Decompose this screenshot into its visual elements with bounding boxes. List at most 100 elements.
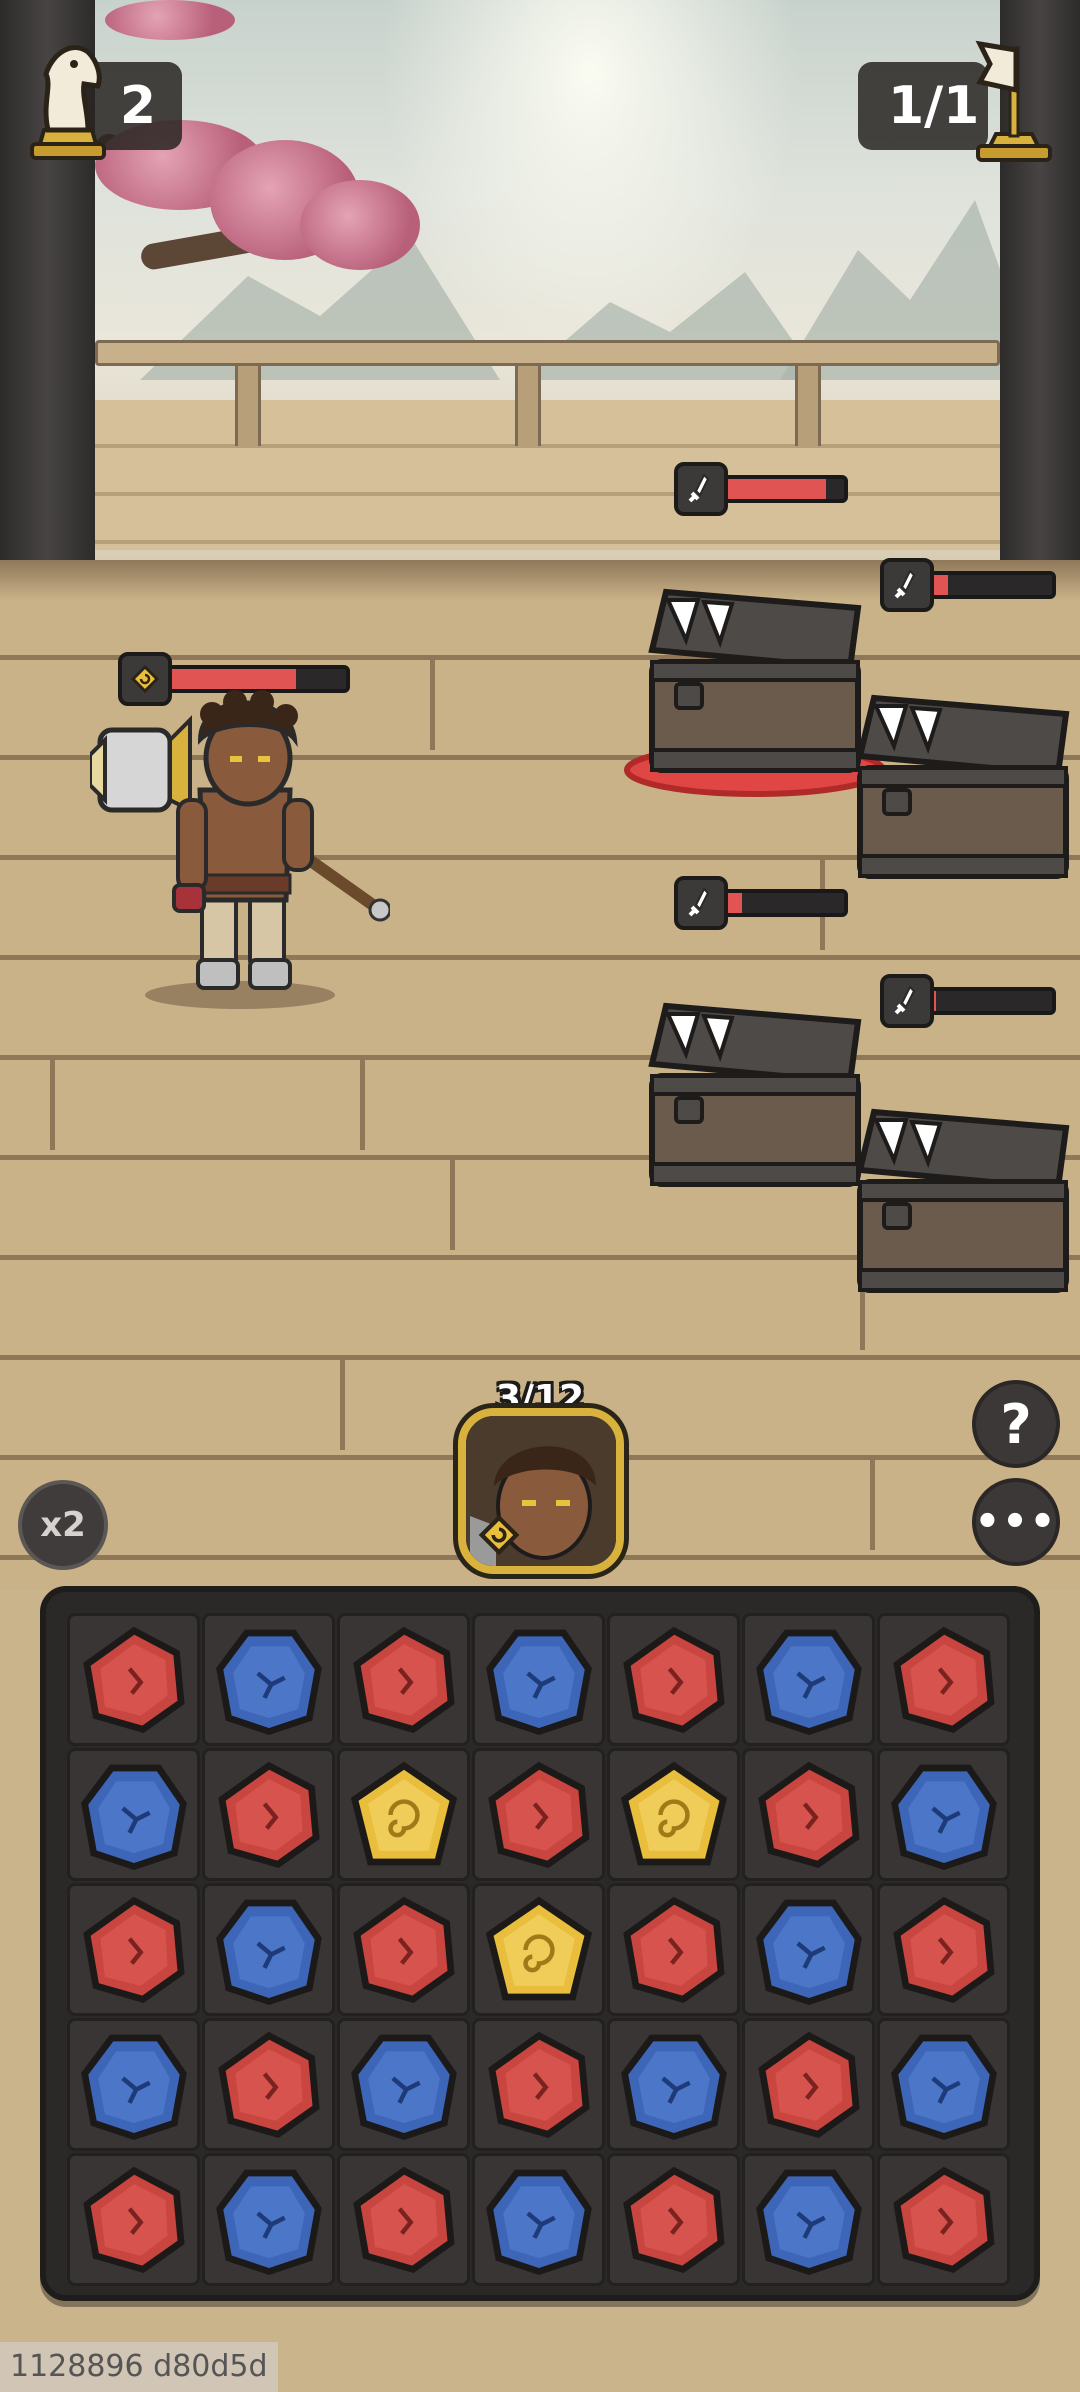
board-cell[interactable] xyxy=(67,1748,200,1881)
red-gem-icon[interactable] xyxy=(618,1894,730,2006)
board-cell[interactable] xyxy=(202,1613,335,1746)
help-button[interactable]: ? xyxy=(972,1380,1060,1468)
match-board[interactable] xyxy=(66,1612,1014,2292)
blue-gem-icon[interactable] xyxy=(888,1759,1000,1871)
red-gem-icon[interactable] xyxy=(78,1624,190,1736)
floor-seam xyxy=(360,1055,365,1150)
blue-gem-icon[interactable] xyxy=(753,2164,865,2276)
board-cell[interactable] xyxy=(742,1748,875,1881)
speed-toggle-button[interactable]: x2 xyxy=(18,1480,108,1570)
board-cell[interactable] xyxy=(337,1883,470,2016)
board-cell[interactable] xyxy=(67,2153,200,2286)
board-cell[interactable] xyxy=(742,1883,875,2016)
board-cell[interactable] xyxy=(607,2018,740,2151)
board-cell[interactable] xyxy=(877,1613,1010,1746)
blue-gem-icon[interactable] xyxy=(213,1894,325,2006)
red-gem-icon[interactable] xyxy=(348,2164,460,2276)
chest-mimic-enemy[interactable] xyxy=(646,580,866,780)
board-cell[interactable] xyxy=(877,1748,1010,1881)
red-gem-icon[interactable] xyxy=(618,1624,730,1736)
board-cell[interactable] xyxy=(607,2153,740,2286)
red-gem-icon[interactable] xyxy=(483,2029,595,2141)
rail-post xyxy=(235,366,261,446)
board-cell[interactable] xyxy=(607,1613,740,1746)
board-cell[interactable] xyxy=(472,2153,605,2286)
blue-gem-icon[interactable] xyxy=(618,2029,730,2141)
yellow-gem-icon[interactable] xyxy=(618,1759,730,1871)
sword-icon xyxy=(674,876,728,930)
board-cell[interactable] xyxy=(877,2153,1010,2286)
board-cell[interactable] xyxy=(877,1883,1010,2016)
red-gem-icon[interactable] xyxy=(348,1624,460,1736)
board-cell[interactable] xyxy=(337,2153,470,2286)
blue-gem-icon[interactable] xyxy=(753,1894,865,2006)
railing xyxy=(95,340,1000,470)
board-cell[interactable] xyxy=(472,1613,605,1746)
red-gem-icon[interactable] xyxy=(753,1759,865,1871)
board-cell[interactable] xyxy=(742,2153,875,2286)
board-cell[interactable] xyxy=(67,1613,200,1746)
board-cell[interactable] xyxy=(67,2018,200,2151)
board-cell[interactable] xyxy=(607,1748,740,1881)
chest-mimic-enemy[interactable] xyxy=(854,1100,1074,1300)
red-gem-icon[interactable] xyxy=(753,2029,865,2141)
board-cell[interactable] xyxy=(472,1748,605,1881)
yellow-gem-icon[interactable] xyxy=(483,1894,595,2006)
spiral-element-icon xyxy=(478,1514,520,1556)
red-gem-icon[interactable] xyxy=(888,1894,1000,2006)
enemy-health-bar xyxy=(880,558,1056,612)
board-cell[interactable] xyxy=(67,1883,200,2016)
spiral-element-icon xyxy=(118,652,172,706)
more-options-button[interactable]: ••• xyxy=(972,1478,1060,1566)
board-cell[interactable] xyxy=(202,2018,335,2151)
red-gem-icon[interactable] xyxy=(78,2164,190,2276)
blue-gem-icon[interactable] xyxy=(213,2164,325,2276)
enemy-health-bar xyxy=(674,462,848,516)
blue-gem-icon[interactable] xyxy=(483,1624,595,1736)
chest-mimic-enemy[interactable] xyxy=(646,994,866,1194)
blue-gem-icon[interactable] xyxy=(213,1624,325,1736)
flag-icon xyxy=(975,40,1052,162)
red-gem-icon[interactable] xyxy=(78,1894,190,2006)
red-gem-icon[interactable] xyxy=(213,1759,325,1871)
red-gem-icon[interactable] xyxy=(618,2164,730,2276)
blue-gem-icon[interactable] xyxy=(78,1759,190,1871)
enemy-hp-fill xyxy=(724,479,826,499)
floor-seam xyxy=(50,1055,55,1150)
red-gem-icon[interactable] xyxy=(483,1759,595,1871)
enemy-hp-track xyxy=(926,987,1056,1015)
hero-skill-portrait[interactable] xyxy=(458,1408,624,1574)
blue-gem-icon[interactable] xyxy=(888,2029,1000,2141)
board-cell[interactable] xyxy=(877,2018,1010,2151)
sword-icon xyxy=(674,462,728,516)
board-cell[interactable] xyxy=(202,1883,335,2016)
rail-post xyxy=(515,366,541,446)
board-cell[interactable] xyxy=(337,2018,470,2151)
hero-character[interactable] xyxy=(90,660,390,1010)
red-gem-icon[interactable] xyxy=(348,1894,460,2006)
board-cell[interactable] xyxy=(742,1613,875,1746)
board-cell[interactable] xyxy=(742,2018,875,2151)
blue-gem-icon[interactable] xyxy=(348,2029,460,2141)
blue-gem-icon[interactable] xyxy=(753,1624,865,1736)
cherry-blossom xyxy=(105,0,235,40)
board-cell[interactable] xyxy=(202,1748,335,1881)
board-cell[interactable] xyxy=(202,2153,335,2286)
blue-gem-icon[interactable] xyxy=(483,2164,595,2276)
board-cell[interactable] xyxy=(472,2018,605,2151)
board-cell[interactable] xyxy=(337,1613,470,1746)
board-cell[interactable] xyxy=(607,1883,740,2016)
red-gem-icon[interactable] xyxy=(213,2029,325,2141)
yellow-gem-icon[interactable] xyxy=(348,1759,460,1871)
enemy-hp-track xyxy=(720,475,848,503)
floor-seam xyxy=(430,655,435,750)
red-gem-icon[interactable] xyxy=(888,2164,1000,2276)
board-cell[interactable] xyxy=(472,1883,605,2016)
sword-icon xyxy=(880,974,934,1028)
chest-mimic-enemy[interactable] xyxy=(854,686,1074,886)
board-cell[interactable] xyxy=(337,1748,470,1881)
blue-gem-icon[interactable] xyxy=(78,2029,190,2141)
more-options-label: ••• xyxy=(974,1499,1058,1545)
red-gem-icon[interactable] xyxy=(888,1624,1000,1736)
knight-icon xyxy=(30,45,106,160)
